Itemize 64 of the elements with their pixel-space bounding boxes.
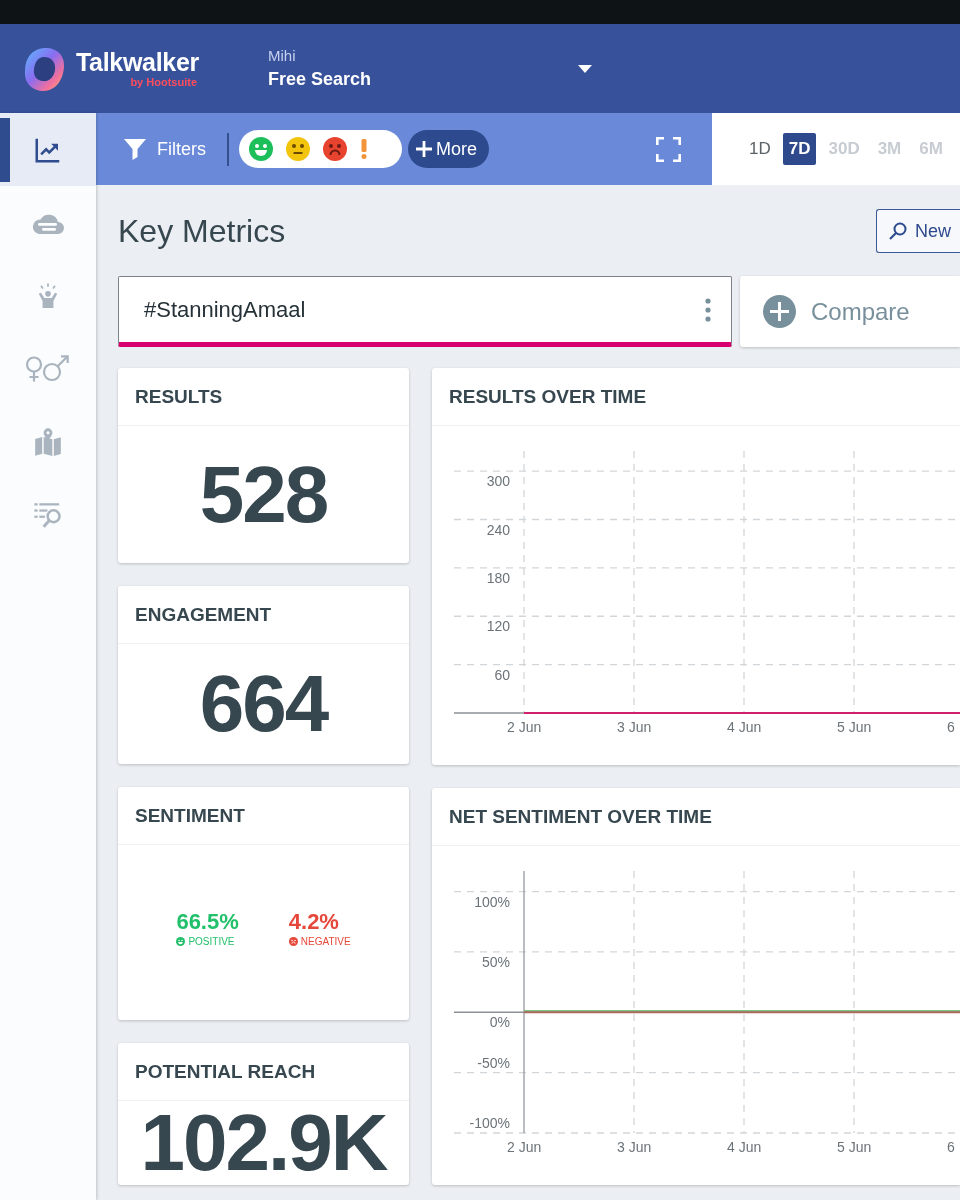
active-indicator — [0, 118, 10, 182]
sidebar-item[interactable] — [0, 113, 96, 186]
card-title: NET SENTIMENT OVER TIME — [449, 805, 712, 828]
y-axis-label: 240 — [486, 521, 510, 538]
x-axis-label: 6 — [947, 719, 955, 735]
x-axis-label: 3 Jun — [617, 719, 652, 735]
y-axis-label: 100% — [474, 893, 510, 910]
x-axis-label: 4 Jun — [727, 1139, 762, 1155]
period-button[interactable]: 7D — [782, 133, 817, 165]
x-axis-label: 2 Jun — [507, 1139, 542, 1155]
exclamation-icon[interactable] — [360, 139, 368, 159]
sentiment-label: POSITIVE — [188, 936, 235, 948]
neutral-face-icon[interactable] — [286, 137, 310, 161]
kebab-menu-icon[interactable] — [705, 297, 711, 322]
card-title: SENTIMENT — [135, 804, 245, 827]
x-axis-label: 3 Jun — [617, 1139, 652, 1155]
page-title: Key Metrics — [118, 212, 286, 250]
new-search-button[interactable]: New — [876, 209, 960, 253]
workspace-name: Mihi — [268, 46, 296, 65]
gender-symbols-icon — [25, 354, 71, 383]
metric-value: 102.9K — [140, 1103, 387, 1183]
card-title: RESULTS OVER TIME — [449, 385, 647, 408]
sentiment-label: NEGATIVE — [300, 936, 351, 948]
smiley-face-icon[interactable] — [249, 137, 273, 161]
card-title: POTENTIAL REACH — [135, 1060, 316, 1083]
x-axis-label: 5 Jun — [837, 1139, 872, 1155]
x-axis-label: 6 — [947, 1139, 955, 1155]
list-search-icon — [33, 501, 63, 528]
sad-face-icon[interactable] — [323, 137, 347, 161]
filter-icon — [124, 138, 146, 160]
y-axis-label: 0% — [489, 1014, 510, 1031]
y-axis-label: 50% — [481, 953, 510, 970]
compare-button[interactable]: Compare — [740, 276, 960, 347]
sentiment-value: 4.2% — [288, 909, 339, 935]
card-title: ENGAGEMENT — [135, 603, 272, 626]
sentiment-value: 66.5% — [176, 909, 239, 935]
fullscreen-icon[interactable] — [656, 136, 681, 162]
metric-value: 664 — [199, 664, 328, 744]
y-axis-label: -50% — [477, 1054, 510, 1071]
query-tab[interactable]: #StanningAmaal — [118, 276, 732, 347]
more-button[interactable]: More — [408, 130, 489, 168]
y-axis-label: 60 — [494, 666, 510, 683]
period-button[interactable]: 1D — [743, 133, 777, 165]
metric-value: 528 — [199, 454, 328, 535]
x-axis-label: 2 Jun — [507, 719, 542, 735]
y-axis-label: -100% — [469, 1115, 510, 1131]
swirl-logo-icon — [22, 45, 66, 92]
search-title: Free Search — [268, 68, 372, 91]
y-axis-label: 120 — [486, 618, 510, 635]
x-axis-label: 5 Jun — [837, 719, 872, 735]
smiley-face-icon — [176, 937, 186, 947]
y-axis-label: 180 — [486, 569, 510, 586]
brand-name: Talkwalker — [76, 49, 199, 75]
caret-down-icon[interactable] — [578, 64, 592, 73]
map-pin-icon — [34, 427, 62, 456]
filters-button[interactable]: Filters — [124, 138, 206, 160]
card-title: RESULTS — [135, 385, 223, 408]
plus-icon — [416, 141, 432, 157]
plus-circle-icon — [763, 295, 796, 328]
y-axis-label: 300 — [486, 473, 510, 490]
sad-face-icon — [288, 937, 298, 947]
search-icon — [889, 222, 907, 240]
x-axis-label: 4 Jun — [727, 719, 762, 735]
brand-tagline: by Hootsuite — [130, 76, 197, 88]
